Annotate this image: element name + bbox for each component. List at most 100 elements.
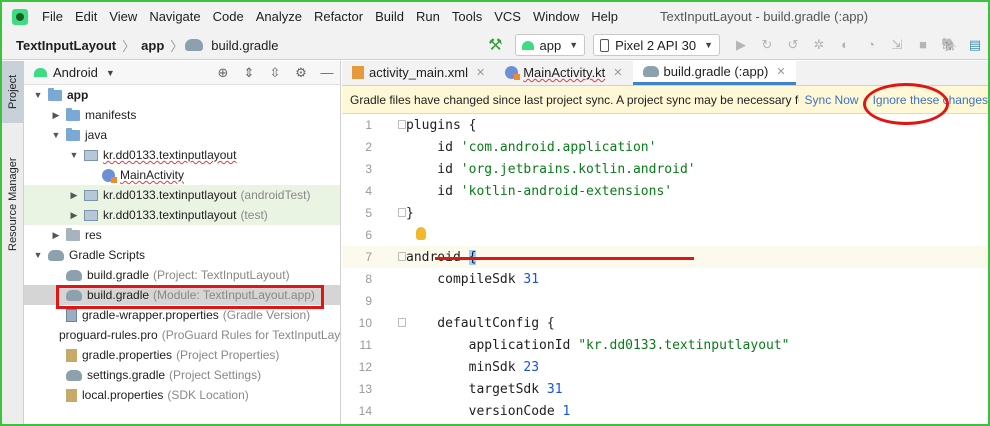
menu-vcs[interactable]: VCS	[488, 2, 527, 31]
project-tree-item[interactable]: ▶ kr.dd0133.textinputlayout (androidTest)	[24, 185, 340, 205]
project-tree-item[interactable]: ▼ kr.dd0133.textinputlayout	[24, 145, 340, 165]
code-line[interactable]: 11 applicationId "kr.dd0133.textinputlay…	[342, 334, 988, 356]
code-line[interactable]: 9	[342, 290, 988, 312]
line-number: 12	[358, 360, 372, 374]
menu-code[interactable]: Code	[207, 2, 250, 31]
module-run-config-select[interactable]: app ▼	[514, 34, 586, 56]
project-tree-item[interactable]: ▶ kr.dd0133.textinputlayout (test)	[24, 205, 340, 225]
fold-marker-icon[interactable]	[398, 318, 406, 327]
fold-marker-icon[interactable]	[398, 208, 406, 217]
make-project-hammer-icon[interactable]: ⚒	[488, 35, 502, 55]
breadcrumb-module[interactable]: app	[137, 38, 168, 53]
menu-window[interactable]: Window	[527, 2, 585, 31]
attach-debugger-icon[interactable]: ⇲	[889, 37, 905, 53]
lightbulb-icon[interactable]	[416, 227, 426, 240]
string-literal: "kr.dd0133.textinputlayout"	[578, 337, 790, 353]
tool-tab-resource-manager[interactable]: Resource Manager	[2, 139, 24, 269]
sync-gradle-icon[interactable]: 🐘	[941, 37, 957, 53]
close-icon[interactable]: ✕	[476, 66, 485, 79]
project-tree-item[interactable]: ▶ res	[24, 225, 340, 245]
menu-run[interactable]: Run	[410, 2, 446, 31]
code-line[interactable]: 3 id 'org.jetbrains.kotlin.android'	[342, 158, 988, 180]
locate-crosshair-icon[interactable]: ⊕	[215, 65, 231, 81]
editor-tab[interactable]: MainActivity.kt ✕	[495, 60, 632, 85]
gradle-elephant-icon	[48, 249, 64, 261]
close-icon[interactable]: ✕	[613, 66, 622, 79]
chevron-right-icon[interactable]: ▶	[50, 230, 62, 241]
number-literal: 1	[562, 403, 571, 419]
expand-all-icon[interactable]: ⇕	[241, 65, 257, 81]
fold-marker-icon[interactable]	[398, 120, 406, 129]
chevron-down-icon[interactable]: ▼	[32, 250, 44, 260]
chevron-down-icon[interactable]: ▼	[106, 68, 115, 78]
chevron-down-icon[interactable]: ▼	[32, 90, 44, 100]
chevron-right-icon[interactable]: ▶	[50, 110, 62, 121]
code-line[interactable]: 1 plugins {	[342, 114, 988, 136]
tool-tab-project[interactable]: Project	[2, 61, 24, 123]
project-tree-item[interactable]: build.gradle (Project: TextInputLayout)	[24, 265, 340, 285]
project-view-selector[interactable]: Android	[53, 65, 98, 80]
project-tree-item[interactable]: ▶ manifests	[24, 105, 340, 125]
code-line[interactable]: 10 defaultConfig {	[342, 312, 988, 334]
breadcrumb-file[interactable]: build.gradle	[185, 38, 282, 53]
project-tree-item[interactable]: gradle.properties (Project Properties)	[24, 345, 340, 365]
line-number: 2	[365, 140, 372, 154]
code-line[interactable]: 5}	[342, 202, 988, 224]
debug-icon[interactable]: ✲	[811, 37, 827, 53]
phone-icon	[600, 38, 610, 52]
code-line[interactable]: 6	[342, 224, 988, 246]
apply-code-changes-icon[interactable]: ↺	[785, 37, 801, 53]
close-icon[interactable]: ✕	[776, 65, 785, 78]
stop-icon[interactable]: ■	[915, 37, 931, 53]
coverage-icon[interactable]: ◐	[837, 37, 853, 53]
chevron-right-icon[interactable]: ▶	[68, 190, 80, 201]
project-tree-item[interactable]: MainActivity	[24, 165, 340, 185]
chevron-down-icon[interactable]: ▼	[50, 130, 62, 140]
fold-marker-icon[interactable]	[398, 252, 406, 261]
menu-edit[interactable]: Edit	[69, 2, 103, 31]
minimize-icon[interactable]: —	[319, 65, 335, 81]
gradle-elephant-icon	[642, 65, 659, 77]
editor-tab[interactable]: build.gradle (:app) ✕	[632, 60, 796, 85]
properties-file-icon	[66, 388, 77, 402]
collapse-all-icon[interactable]: ⇳	[267, 65, 283, 81]
project-tree-item[interactable]: local.properties (SDK Location)	[24, 385, 340, 405]
sync-now-link[interactable]: Sync Now	[805, 93, 859, 107]
menu-file[interactable]: File	[36, 2, 69, 31]
project-tree-item[interactable]: proguard-rules.pro (ProGuard Rules for Te…	[24, 325, 340, 345]
code-line[interactable]: 14 versionCode 1	[342, 400, 988, 422]
code-line[interactable]: 2 id 'com.android.application'	[342, 136, 988, 158]
line-number: 11	[359, 338, 372, 352]
run-play-icon[interactable]: ▶	[733, 37, 749, 53]
gear-icon[interactable]: ⚙	[293, 65, 309, 81]
menu-navigate[interactable]: Navigate	[143, 2, 206, 31]
project-tree-item[interactable]: ▼ Gradle Scripts	[24, 245, 340, 265]
device-select[interactable]: Pixel 2 API 30 ▼	[593, 34, 720, 56]
apply-changes-icon[interactable]: ↻	[759, 37, 775, 53]
menu-view[interactable]: View	[103, 2, 143, 31]
code-line[interactable]: 12 minSdk 23	[342, 356, 988, 378]
project-tree-item[interactable]: ▼ app	[24, 85, 340, 105]
code-line[interactable]: 4 id 'kotlin-android-extensions'	[342, 180, 988, 202]
device-manager-icon[interactable]: ▤	[967, 37, 983, 53]
breadcrumb-project[interactable]: TextInputLayout	[12, 38, 120, 53]
menu-help[interactable]: Help	[585, 2, 624, 31]
chevron-down-icon[interactable]: ▼	[68, 150, 80, 160]
code-line[interactable]: 13 targetSdk 31	[342, 378, 988, 400]
menu-build[interactable]: Build	[369, 2, 410, 31]
project-tree-item[interactable]: settings.gradle (Project Settings)	[24, 365, 340, 385]
code-line[interactable]: 8 compileSdk 31	[342, 268, 988, 290]
android-icon	[521, 40, 534, 50]
project-tool-window: Android ▼ ⊕ ⇕ ⇳ ⚙ — ▼ app ▶ manifests ▼ java ▼…	[24, 61, 341, 424]
menu-analyze[interactable]: Analyze	[250, 2, 308, 31]
menu-refactor[interactable]: Refactor	[308, 2, 369, 31]
project-tree-item[interactable]: ▼ java	[24, 125, 340, 145]
profiler-icon[interactable]: ◔	[863, 37, 879, 53]
chevron-right-icon[interactable]: ▶	[68, 210, 80, 221]
android-icon	[34, 68, 47, 77]
string-literal: 'kotlin-android-extensions'	[460, 183, 673, 199]
project-tree-item-label: proguard-rules.pro	[59, 328, 158, 342]
menu-tools[interactable]: Tools	[446, 2, 488, 31]
code-editor[interactable]: 1 plugins {2 id 'com.android.application'…	[342, 114, 988, 424]
editor-tab[interactable]: activity_main.xml ✕	[342, 60, 495, 85]
